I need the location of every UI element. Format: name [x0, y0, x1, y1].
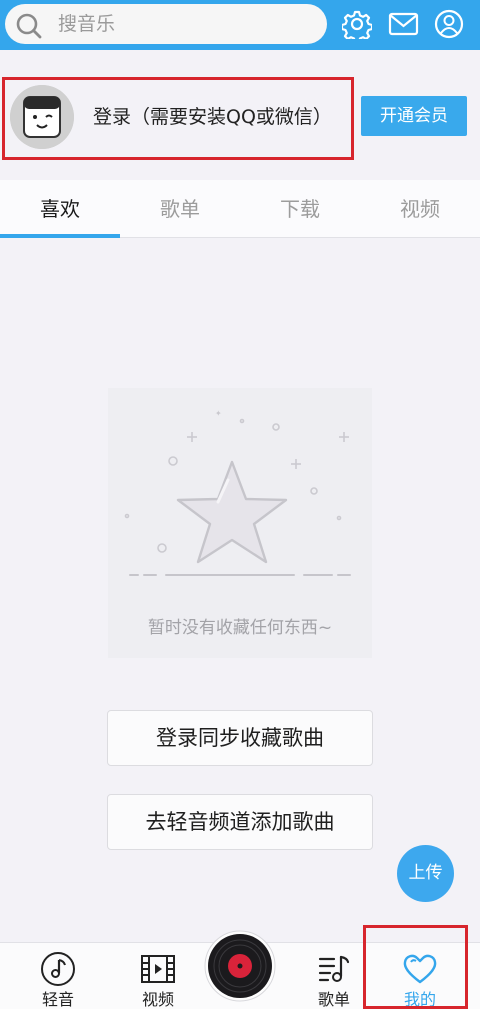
empty-message: 暂时没有收藏任何东西~ [147, 618, 333, 638]
search-icon [16, 13, 42, 39]
login-link[interactable]: 登录（需要安装QQ或微信） [93, 105, 332, 129]
avatar-face-icon [10, 85, 74, 149]
nav-item-music[interactable]: 轻音 [10, 943, 106, 1009]
upload-button[interactable]: 上传 [397, 845, 454, 902]
login-sync-button[interactable]: 登录同步收藏歌曲 [107, 710, 373, 766]
tab-likes[interactable]: 喜欢 [0, 180, 120, 238]
svg-text:✦: ✦ [215, 409, 222, 418]
mail-icon[interactable] [388, 9, 419, 39]
tab-videos[interactable]: 视频 [360, 180, 480, 238]
playlist-icon [318, 955, 350, 982]
empty-star-illustration: ✦ [124, 409, 351, 576]
user-icon[interactable] [434, 9, 464, 39]
search-placeholder: 搜音乐 [58, 13, 116, 35]
empty-state: ✦ 暂时没有收藏任何东西~ [108, 388, 372, 658]
top-bar: 搜音乐 [0, 0, 480, 50]
mine-highlight-box [363, 925, 468, 1009]
vip-button[interactable]: 开通会员 [361, 96, 467, 136]
avatar[interactable] [10, 85, 74, 149]
music-note-icon [41, 952, 75, 986]
tab-playlists[interactable]: 歌单 [120, 180, 240, 238]
film-icon [141, 955, 175, 983]
search-bar[interactable]: 搜音乐 [5, 4, 327, 44]
active-tab-indicator [0, 234, 120, 238]
tab-downloads[interactable]: 下载 [240, 180, 360, 238]
nav-label-video: 视频 [141, 990, 174, 1009]
tab-bar: 喜欢 歌单 下载 视频 [0, 180, 480, 238]
account-section: 登录（需要安装QQ或微信） 开通会员 [0, 50, 480, 180]
vinyl-disc-icon[interactable] [204, 930, 276, 1002]
nav-item-video[interactable]: 视频 [110, 943, 206, 1009]
gear-icon[interactable] [342, 9, 372, 39]
add-songs-button[interactable]: 去轻音频道添加歌曲 [107, 794, 373, 850]
nav-label-music: 轻音 [41, 990, 74, 1009]
